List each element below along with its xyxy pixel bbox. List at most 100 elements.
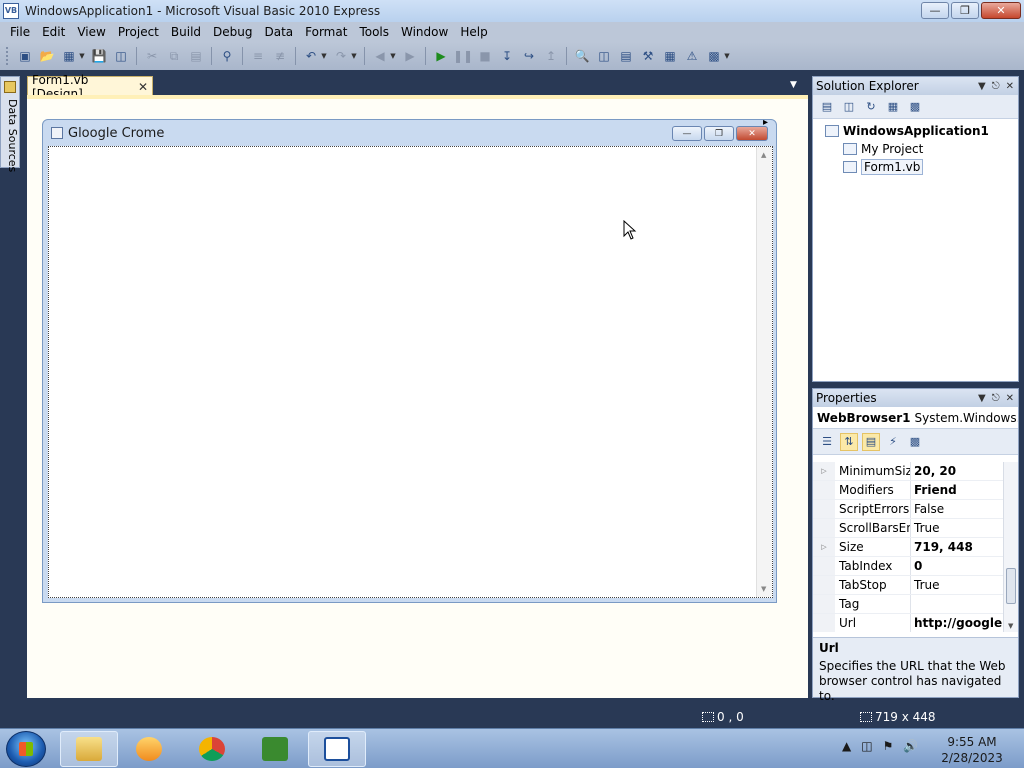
view-designer-icon[interactable]: ▩ [907, 99, 923, 115]
alphabetical-icon[interactable]: ⇅ [840, 432, 858, 451]
navigate-dropdown-icon[interactable]: ▼ [389, 47, 397, 65]
property-pages-icon[interactable]: ▩ [906, 433, 924, 451]
categorized-icon[interactable]: ☰ [818, 433, 836, 451]
pin-icon[interactable]: ⎋ [992, 393, 1000, 404]
paste-icon[interactable]: ▤ [187, 47, 205, 65]
events-icon[interactable]: ⚡ [884, 433, 902, 451]
menu-edit[interactable]: Edit [36, 25, 71, 39]
navigate-forward-icon[interactable]: ▶ [401, 47, 419, 65]
start-debugging-icon[interactable]: ▶ [432, 47, 450, 65]
show-all-files-icon[interactable]: ◫ [841, 99, 857, 115]
scroll-thumb[interactable] [1006, 568, 1016, 604]
uncomment-icon[interactable]: ≢ [271, 47, 289, 65]
properties-window-icon[interactable]: ▤ [617, 47, 635, 65]
volume-icon[interactable]: 🔊 [903, 739, 918, 753]
view-code-icon[interactable]: ▦ [885, 99, 901, 115]
form-maximize-button[interactable]: ❐ [704, 126, 734, 141]
object-selector-dropdown[interactable]: WebBrowser1 System.Windows.F ▼ [813, 407, 1018, 429]
property-value[interactable]: 20, 20 [911, 462, 1003, 480]
action-center-icon[interactable]: ⚑ [883, 739, 894, 753]
break-all-icon[interactable]: ❚❚ [453, 47, 473, 65]
menu-data[interactable]: Data [258, 25, 299, 39]
toolbar-grip[interactable] [6, 47, 10, 65]
pin-icon[interactable]: ⎋ [992, 81, 1000, 92]
property-value[interactable]: 0 [911, 557, 1003, 575]
document-list-dropdown-icon[interactable]: ▼ [790, 80, 797, 90]
show-hidden-icons-icon[interactable]: ▲ [842, 739, 851, 753]
undo-icon[interactable]: ↶ [302, 47, 320, 65]
smart-tag-icon[interactable]: ▸ [763, 117, 768, 128]
taskbar-explorer[interactable] [60, 731, 118, 767]
start-page-icon[interactable]: ▩ [705, 47, 723, 65]
expand-icon[interactable]: ▷ [813, 462, 835, 480]
menu-debug[interactable]: Debug [207, 25, 258, 39]
property-row[interactable]: ▷ Size 719, 448 [813, 538, 1003, 557]
comment-icon[interactable]: ≡ [249, 47, 267, 65]
clock[interactable]: 9:55 AM 2/28/2023 [940, 734, 1004, 766]
save-icon[interactable]: 💾 [90, 47, 108, 65]
property-row[interactable]: ScrollBarsEnaTrue [813, 519, 1003, 538]
properties-view-icon[interactable]: ▤ [862, 432, 880, 451]
form-close-button[interactable]: ✕ [736, 126, 768, 141]
save-all-icon[interactable]: ◫ [112, 47, 130, 65]
property-row[interactable]: Tag [813, 595, 1003, 614]
step-over-icon[interactable]: ↪ [520, 47, 538, 65]
form-designer-canvas[interactable]: Gloogle Crome — ❐ ✕ ▲ ▼ ▸ [27, 95, 808, 698]
properties-icon[interactable]: ▤ [819, 99, 835, 115]
taskbar-visual-basic[interactable] [308, 731, 366, 767]
form-minimize-button[interactable]: — [672, 126, 702, 141]
webbrowser-control[interactable]: ▲ ▼ [48, 146, 773, 598]
new-project-icon[interactable]: ▣ [16, 47, 34, 65]
scroll-down-icon[interactable]: ▼ [761, 585, 766, 593]
form-title-bar[interactable]: Gloogle Crome [43, 120, 776, 146]
menu-tools[interactable]: Tools [353, 25, 395, 39]
stop-debugging-icon[interactable]: ■ [476, 47, 494, 65]
property-value[interactable] [911, 595, 1003, 613]
panel-close-icon[interactable]: ✕ [1006, 393, 1014, 404]
property-row[interactable]: ▷MinimumSize20, 20 [813, 462, 1003, 481]
open-file-icon[interactable]: 📂 [38, 47, 56, 65]
add-item-dropdown-icon[interactable]: ▼ [78, 47, 86, 65]
menu-window[interactable]: Window [395, 25, 454, 39]
toolbox-icon[interactable]: ⚒ [639, 47, 657, 65]
add-item-icon[interactable]: ▦ [60, 47, 78, 65]
menu-project[interactable]: Project [112, 25, 165, 39]
taskbar-chrome[interactable] [183, 731, 241, 767]
property-value[interactable]: True [911, 519, 1003, 537]
step-into-icon[interactable]: ↧ [498, 47, 516, 65]
tree-item-form1[interactable]: Form1.vb [813, 158, 1018, 176]
error-list-icon[interactable]: ⚠ [683, 47, 701, 65]
property-value[interactable]: Friend [911, 481, 1003, 499]
copy-icon[interactable]: ⧉ [165, 47, 183, 65]
step-out-icon[interactable]: ↥ [542, 47, 560, 65]
menu-view[interactable]: View [71, 25, 111, 39]
property-row[interactable]: ScriptErrorsSuFalse [813, 500, 1003, 519]
menu-file[interactable]: File [4, 25, 36, 39]
property-row[interactable]: TabIndex 0 [813, 557, 1003, 576]
taskbar-csharp[interactable] [246, 731, 304, 767]
toolbar-options-icon[interactable]: ▼ [723, 47, 731, 65]
refresh-icon[interactable]: ↻ [863, 99, 879, 115]
network-icon[interactable]: ◫ [861, 739, 872, 753]
start-button[interactable] [6, 731, 46, 767]
menu-build[interactable]: Build [165, 25, 207, 39]
form1-window[interactable]: Gloogle Crome — ❐ ✕ ▲ ▼ ▸ [42, 117, 777, 603]
redo-dropdown-icon[interactable]: ▼ [350, 47, 358, 65]
property-row[interactable]: Urlhttp://google.c [813, 614, 1003, 632]
tree-item-solution[interactable]: WindowsApplication1 [813, 122, 1018, 140]
scroll-down-icon[interactable]: ▼ [1008, 622, 1013, 630]
find-icon[interactable]: ⚲ [218, 47, 236, 65]
panel-menu-icon[interactable]: ▼ [978, 81, 986, 92]
find-in-files-icon[interactable]: 🔍 [573, 47, 591, 65]
expand-icon[interactable]: ▷ [813, 538, 835, 556]
property-grid-scrollbar[interactable]: ▼ [1003, 462, 1018, 632]
panel-close-icon[interactable]: ✕ [1006, 81, 1014, 92]
webbrowser-scrollbar[interactable]: ▲ ▼ [756, 147, 772, 597]
maximize-button[interactable]: ❐ [951, 2, 979, 19]
solution-explorer-icon[interactable]: ◫ [595, 47, 613, 65]
redo-icon[interactable]: ↷ [332, 47, 350, 65]
property-value[interactable]: 719, 448 [911, 538, 1003, 556]
tab-form1-design[interactable]: Form1.vb [Design] ✕ [27, 73, 153, 101]
taskbar-media-player[interactable] [120, 731, 178, 767]
scroll-up-icon[interactable]: ▲ [761, 151, 766, 159]
